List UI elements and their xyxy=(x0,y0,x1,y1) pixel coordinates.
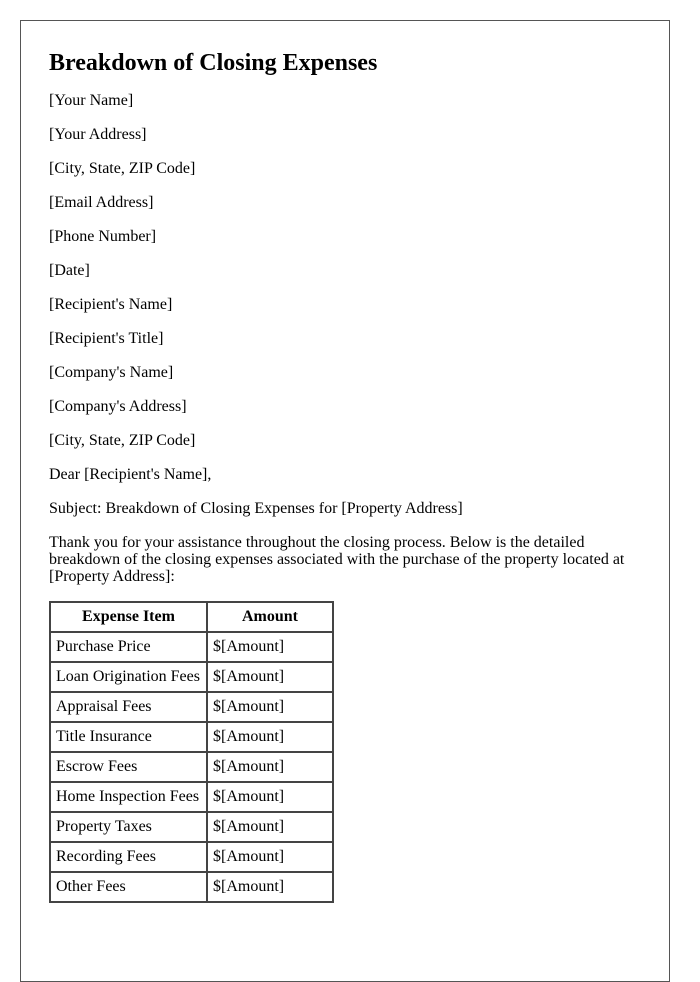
letter-page: Breakdown of Closing Expenses [Your Name… xyxy=(20,20,670,982)
salutation: Dear [Recipient's Name], xyxy=(49,466,212,483)
expense-item: Other Fees xyxy=(49,871,208,903)
expense-item: Purchase Price xyxy=(49,631,208,663)
expense-amount: $[Amount] xyxy=(206,691,334,723)
recipient-city-state-zip: [City, State, ZIP Code] xyxy=(49,432,196,449)
expense-amount: $[Amount] xyxy=(206,871,334,903)
subject-line: Subject: Breakdown of Closing Expenses f… xyxy=(49,500,463,517)
table-row: Title Insurance $[Amount] xyxy=(49,721,334,753)
header-amount: Amount xyxy=(206,601,334,633)
expense-item: Escrow Fees xyxy=(49,751,208,783)
expense-item: Property Taxes xyxy=(49,811,208,843)
header-expense-item: Expense Item xyxy=(49,601,208,633)
expense-item: Home Inspection Fees xyxy=(49,781,208,813)
expense-amount: $[Amount] xyxy=(206,781,334,813)
sender-name: [Your Name] xyxy=(49,92,134,109)
expense-amount: $[Amount] xyxy=(206,841,334,873)
expense-amount: $[Amount] xyxy=(206,661,334,693)
table-row: Escrow Fees $[Amount] xyxy=(49,751,334,783)
recipient-company-address: [Company's Address] xyxy=(49,398,187,415)
expense-table: Expense Item Amount Purchase Price $[Amou… xyxy=(49,601,334,903)
table-row: Property Taxes $[Amount] xyxy=(49,811,334,843)
recipient-title: [Recipient's Title] xyxy=(49,330,164,347)
sender-city-state-zip: [City, State, ZIP Code] xyxy=(49,160,196,177)
expense-amount: $[Amount] xyxy=(206,631,334,663)
expense-amount: $[Amount] xyxy=(206,751,334,783)
page-title: Breakdown of Closing Expenses xyxy=(49,50,378,76)
sender-email: [Email Address] xyxy=(49,194,154,211)
recipient-company: [Company's Name] xyxy=(49,364,174,381)
table-row: Other Fees $[Amount] xyxy=(49,871,334,903)
expense-item: Recording Fees xyxy=(49,841,208,873)
table-row: Appraisal Fees $[Amount] xyxy=(49,691,334,723)
expense-item: Loan Origination Fees xyxy=(49,661,208,693)
table-header-row: Expense Item Amount xyxy=(49,601,334,633)
intro-paragraph: Thank you for your assistance throughout… xyxy=(49,534,625,585)
recipient-name: [Recipient's Name] xyxy=(49,296,173,313)
table-row: Home Inspection Fees $[Amount] xyxy=(49,781,334,813)
expense-amount: $[Amount] xyxy=(206,721,334,753)
expense-item: Appraisal Fees xyxy=(49,691,208,723)
letter-date: [Date] xyxy=(49,262,90,279)
sender-phone: [Phone Number] xyxy=(49,228,157,245)
table-row: Recording Fees $[Amount] xyxy=(49,841,334,873)
table-row: Purchase Price $[Amount] xyxy=(49,631,334,663)
sender-address: [Your Address] xyxy=(49,126,147,143)
expense-amount: $[Amount] xyxy=(206,811,334,843)
table-row: Loan Origination Fees $[Amount] xyxy=(49,661,334,693)
expense-item: Title Insurance xyxy=(49,721,208,753)
